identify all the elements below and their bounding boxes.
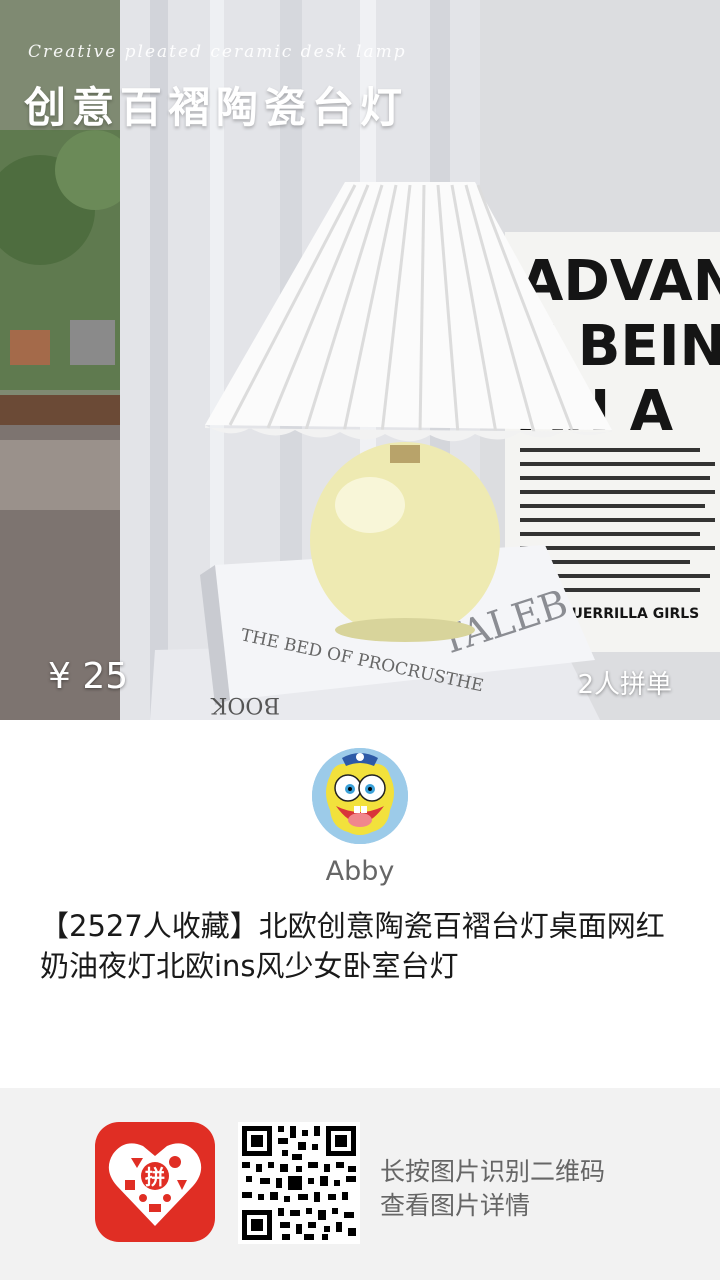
username: Abby	[325, 856, 395, 887]
hero-title: 创意百褶陶瓷台灯	[24, 83, 409, 132]
svg-text:BOOK: BOOK	[210, 692, 280, 717]
share-footer: 拼 长按图片识别二维码 查看图片详情	[0, 1088, 720, 1280]
svg-text:GUERRILLA GIRLS: GUERRILLA GIRLS	[560, 606, 699, 622]
product-hero-image[interactable]: ADVANT E BEIN AN A GUERRILLA GIRLS THE B…	[0, 0, 720, 720]
pinduoduo-logo-icon: 拼	[95, 1122, 215, 1242]
product-title[interactable]: 【2527人收藏】北欧创意陶瓷百褶台灯桌面网红奶油夜灯北欧ins风少女卧室台灯	[40, 906, 690, 986]
qr-hint-line2: 查看图片详情	[380, 1191, 531, 1220]
app-logo-text: 拼	[145, 1165, 165, 1189]
qr-code-icon[interactable]	[238, 1122, 360, 1244]
qr-hint-line1: 长按图片识别二维码	[380, 1157, 606, 1186]
svg-text:ADVANT: ADVANT	[520, 249, 720, 314]
hero-subtitle-english: Creative pleated ceramic desk lamp	[28, 42, 407, 62]
avatar[interactable]	[312, 748, 408, 844]
product-price: ¥ 25	[48, 656, 129, 697]
group-buy-label: 2人拼单	[577, 670, 672, 700]
spongebob-avatar-icon	[312, 748, 408, 844]
